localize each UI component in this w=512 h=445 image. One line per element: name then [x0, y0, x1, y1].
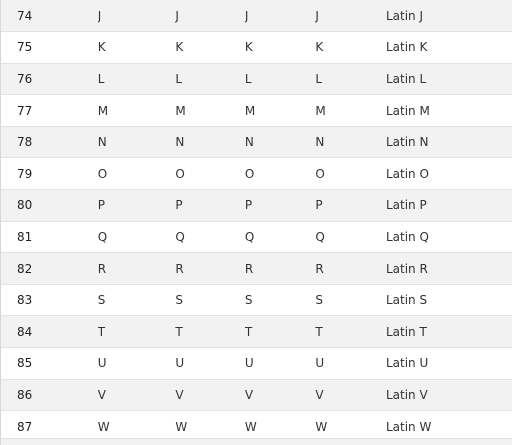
char-cell: S: [175, 293, 183, 308]
char-cell: J: [315, 8, 319, 23]
char-cell: O: [175, 166, 185, 181]
char-cell: K: [175, 40, 184, 55]
char-cell: N: [244, 135, 254, 150]
table-row: 74 J J J J Latin J: [1, 0, 512, 32]
char-cell: K: [315, 40, 324, 55]
description-cell: Latin V: [385, 387, 428, 402]
table-row: 76 L L L L Latin L: [1, 63, 512, 95]
decimal-code-cell: 77: [17, 103, 33, 118]
decimal-code-cell: 85: [17, 356, 33, 371]
char-cell: K: [97, 40, 106, 55]
char-cell: R: [315, 261, 324, 276]
decimal-code-cell: 78: [17, 135, 33, 150]
decimal-code-cell: 75: [17, 40, 33, 55]
char-cell: P: [175, 198, 183, 213]
description-cell: Latin L: [385, 71, 427, 86]
description-cell: Latin J: [385, 8, 424, 23]
table-row: 77 M M M M Latin M: [1, 94, 512, 127]
description-cell: Latin M: [385, 103, 430, 118]
table-row: 84 T T T T Latin T: [1, 315, 512, 348]
char-cell: Q: [175, 229, 185, 244]
char-cell: Q: [244, 229, 255, 244]
table-row: 79 O O O O Latin O: [1, 157, 512, 190]
char-cell: U: [244, 356, 254, 371]
char-cell: U: [175, 356, 185, 371]
char-cell: M: [97, 103, 109, 118]
description-cell: Latin S: [385, 293, 428, 308]
table-row: 78 N N N N Latin N: [1, 126, 512, 158]
decimal-code-cell: 81: [17, 229, 33, 244]
decimal-code-cell: 74: [17, 8, 33, 23]
description-cell: Latin O: [385, 166, 429, 181]
character-code-table: 74 J J J J Latin J 75 K K K K Latin K 76…: [0, 0, 512, 445]
char-cell: U: [97, 356, 107, 371]
decimal-code-cell: 82: [17, 261, 33, 276]
char-cell: S: [97, 293, 106, 308]
char-cell: L: [175, 71, 183, 86]
char-cell: O: [315, 166, 325, 181]
char-cell: R: [175, 261, 184, 276]
description-cell: Latin U: [385, 356, 429, 371]
next-row-partial: [1, 438, 512, 445]
decimal-code-cell: 80: [17, 198, 33, 213]
char-cell: P: [97, 198, 105, 213]
description-cell: Latin Q: [385, 229, 429, 244]
table-row: 81 Q Q Q Q Latin Q: [1, 221, 512, 253]
char-cell: L: [244, 71, 252, 86]
char-cell: O: [244, 166, 255, 181]
char-cell: Q: [97, 229, 108, 244]
char-cell: L: [97, 71, 105, 86]
table-row: 80 P P P P Latin P: [1, 189, 512, 222]
char-cell: P: [315, 198, 323, 213]
decimal-code-cell: 84: [17, 324, 33, 339]
char-cell: V: [97, 387, 106, 402]
decimal-code-cell: 79: [17, 166, 33, 181]
char-cell: U: [315, 356, 325, 371]
char-cell: T: [97, 324, 106, 339]
table-row: 75 K K K K Latin K: [1, 31, 512, 64]
table-row: 85 U U U U Latin U: [1, 347, 512, 380]
char-cell: L: [315, 71, 323, 86]
char-cell: M: [244, 103, 256, 118]
char-cell: N: [175, 135, 185, 150]
char-cell: M: [315, 103, 326, 118]
char-cell: R: [244, 261, 254, 276]
description-cell: Latin N: [385, 135, 429, 150]
decimal-code-cell: 86: [17, 387, 33, 402]
description-cell: Latin T: [385, 324, 427, 339]
table-row: 86 V V V V Latin V: [1, 379, 512, 411]
char-cell: J: [244, 8, 249, 23]
description-cell: Latin K: [385, 40, 428, 55]
char-cell: T: [244, 324, 253, 339]
char-cell: T: [175, 324, 183, 339]
char-cell: P: [244, 198, 253, 213]
char-cell: V: [175, 387, 184, 402]
description-cell: Latin P: [385, 198, 427, 213]
decimal-code-cell: 83: [17, 293, 33, 308]
char-cell: V: [315, 387, 324, 402]
table-row: 83 S S S S Latin S: [1, 284, 512, 316]
char-cell: J: [97, 8, 102, 23]
char-cell: R: [97, 261, 107, 276]
decimal-code-cell: 76: [17, 71, 33, 86]
char-cell: M: [175, 103, 186, 118]
char-cell: S: [315, 293, 324, 308]
char-cell: S: [244, 293, 253, 308]
char-cell: J: [175, 8, 179, 23]
char-cell: V: [244, 387, 254, 402]
char-cell: O: [97, 166, 108, 181]
char-cell: K: [244, 40, 253, 55]
char-cell: N: [97, 135, 107, 150]
char-cell: Q: [315, 229, 325, 244]
char-cell: T: [315, 324, 323, 339]
description-cell: Latin R: [385, 261, 428, 276]
table-row: 82 R R R R Latin R: [1, 252, 512, 285]
ascii-table: 74 J J J J Latin J 75 K K K K Latin K 76…: [1, 0, 512, 443]
char-cell: N: [315, 135, 325, 150]
